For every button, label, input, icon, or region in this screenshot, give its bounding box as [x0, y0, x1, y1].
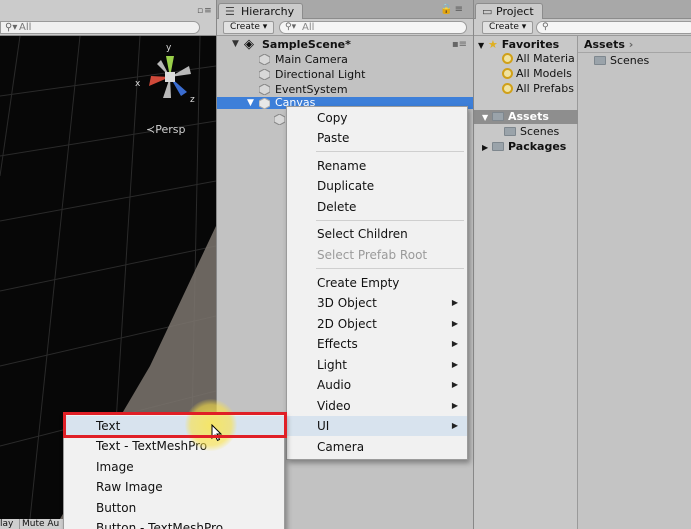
menu-item-delete[interactable]: Delete	[287, 197, 467, 217]
submenu-arrow-icon: ▶	[451, 421, 458, 430]
expand-arrow-icon[interactable]: ▶	[482, 143, 488, 152]
tab-hierarchy[interactable]: ☰ Hierarchy	[218, 3, 304, 19]
hierarchy-item-eventsystem[interactable]: EventSystem	[217, 82, 473, 97]
project-search-input[interactable]: ⚲	[536, 21, 691, 34]
axis-z-label: z	[190, 95, 195, 105]
favorite-item-materials[interactable]: All Materia	[502, 52, 575, 66]
project-panel: ▭ Project Create ▾ ⚲ ▼ ★ Favorites All M…	[473, 0, 691, 529]
unity-scene-icon: ◈	[244, 37, 254, 52]
hierarchy-item-directional-light[interactable]: Directional Light	[217, 67, 473, 82]
list-icon: ☰	[225, 5, 235, 18]
lock-icon: 🔒	[440, 4, 455, 15]
project-tab-row: ▭ Project	[474, 0, 691, 19]
hierarchy-context-menu: Copy Paste Rename Duplicate Delete Selec…	[286, 106, 468, 460]
menu-item-create-empty[interactable]: Create Empty	[287, 273, 467, 293]
persp-icon: ≺	[146, 123, 156, 136]
folder-icon	[492, 141, 504, 151]
favorite-item-models[interactable]: All Models	[502, 67, 572, 81]
project-create-button[interactable]: Create ▾	[482, 21, 534, 34]
submenu-arrow-icon: ▶	[451, 339, 458, 348]
menu-item-paste[interactable]: Paste	[287, 128, 467, 148]
submenu-item-button-textmeshpro[interactable]: Button - TextMeshPro	[64, 518, 284, 529]
star-icon: ★	[488, 38, 498, 51]
scene-toolbar: ⚲▾ All ▫≡	[0, 0, 216, 36]
submenu-arrow-icon: ▶	[451, 380, 458, 389]
project-folder-tree: ▼ ★ Favorites All Materia All Models All…	[474, 36, 578, 529]
search-filter-icon	[502, 82, 513, 94]
submenu-arrow-icon: ▶	[451, 319, 458, 328]
menu-item-video[interactable]: Video ▶	[287, 396, 467, 416]
menu-item-copy[interactable]: Copy	[287, 108, 467, 128]
project-breadcrumb[interactable]: Assets ›	[584, 38, 633, 52]
hierarchy-item-main-camera[interactable]: Main Camera	[217, 52, 473, 67]
expand-arrow-icon[interactable]: ▼	[247, 97, 254, 109]
menu-item-3d-object[interactable]: 3D Object ▶	[287, 293, 467, 313]
collapse-arrow-icon[interactable]: ▼	[232, 37, 239, 52]
submenu-arrow-icon: ▶	[451, 360, 458, 369]
menu-item-rename[interactable]: Rename	[287, 156, 467, 176]
gameobject-icon	[259, 98, 270, 109]
favorite-item-prefabs[interactable]: All Prefabs	[502, 82, 574, 96]
assets-scenes-folder[interactable]: Scenes	[504, 125, 559, 139]
hierarchy-toolbar: Create ▾ ⚲▾ All	[217, 19, 473, 36]
gameobject-icon	[259, 54, 270, 65]
scene-menu-icon[interactable]: ▪≡	[452, 37, 467, 52]
favorites-row[interactable]: ▼ ★ Favorites	[478, 38, 559, 52]
folder-icon	[504, 126, 516, 136]
folder-icon	[492, 111, 504, 121]
search-icon: ⚲▾	[5, 22, 18, 33]
orientation-gizmo[interactable]: y x z	[135, 42, 205, 112]
gameobject-icon	[259, 69, 270, 80]
menu-item-camera[interactable]: Camera	[287, 437, 467, 457]
hierarchy-tab-tools[interactable]: 🔒≡	[440, 4, 465, 15]
assets-folder-row[interactable]: ▼ Assets	[474, 110, 578, 124]
menu-item-effects[interactable]: Effects ▶	[287, 334, 467, 354]
gameobject-icon	[259, 84, 270, 95]
menu-separator	[316, 151, 464, 152]
submenu-item-raw-image[interactable]: Raw Image	[64, 477, 284, 498]
search-icon: ⚲	[542, 22, 549, 32]
highlight-annotation-box	[63, 412, 287, 438]
menu-separator	[316, 268, 464, 269]
perspective-toggle[interactable]: ≺Persp	[146, 123, 185, 136]
submenu-arrow-icon: ▶	[451, 401, 458, 410]
bottom-tab-mute[interactable]: Mute Au	[20, 519, 59, 529]
axis-y-label: y	[166, 43, 172, 53]
scene-root-row[interactable]: ▼ ◈ SampleScene* ▪≡	[217, 37, 473, 52]
chevron-right-icon: ›	[628, 38, 634, 51]
project-toolbar: Create ▾ ⚲	[474, 19, 691, 36]
hierarchy-search-input[interactable]: ⚲▾ All	[279, 21, 467, 34]
gameobject-icon	[274, 114, 285, 125]
hierarchy-create-button[interactable]: Create ▾	[223, 21, 275, 34]
menu-item-duplicate[interactable]: Duplicate	[287, 176, 467, 196]
scene-window-buttons[interactable]: ▫≡	[197, 6, 213, 16]
search-filter-icon	[502, 52, 513, 64]
collapse-arrow-icon[interactable]: ▼	[478, 41, 484, 50]
search-filter-icon	[502, 67, 513, 79]
packages-folder-row[interactable]: ▶ Packages	[482, 140, 566, 154]
axis-x-label: x	[135, 79, 141, 89]
collapse-arrow-icon[interactable]: ▼	[482, 113, 488, 122]
folder-tab-icon: ▭	[482, 5, 493, 18]
folder-icon	[594, 55, 606, 65]
project-content-area: Assets › Scenes	[578, 36, 691, 529]
scene-search-input[interactable]: ⚲▾ All	[0, 21, 200, 34]
submenu-item-button[interactable]: Button	[64, 498, 284, 519]
submenu-item-text-textmeshpro[interactable]: Text - TextMeshPro	[64, 436, 284, 457]
menu-item-select-children[interactable]: Select Children	[287, 224, 467, 244]
menu-item-ui[interactable]: UI ▶	[287, 416, 467, 436]
content-scenes-folder[interactable]: Scenes	[594, 54, 649, 68]
menu-item-select-prefab-root: Select Prefab Root	[317, 248, 428, 262]
search-icon: ⚲▾	[285, 22, 297, 32]
submenu-arrow-icon: ▶	[451, 298, 458, 307]
tab-project[interactable]: ▭ Project	[475, 3, 543, 19]
menu-item-audio[interactable]: Audio ▶	[287, 375, 467, 395]
bottom-tab-lay[interactable]: lay	[0, 519, 20, 529]
menu-separator	[316, 220, 464, 221]
menu-item-light[interactable]: Light ▶	[287, 355, 467, 375]
hierarchy-tab-row: ☰ Hierarchy 🔒≡	[217, 0, 473, 19]
menu-item-2d-object[interactable]: 2D Object ▶	[287, 314, 467, 334]
submenu-item-image[interactable]: Image	[64, 457, 284, 478]
